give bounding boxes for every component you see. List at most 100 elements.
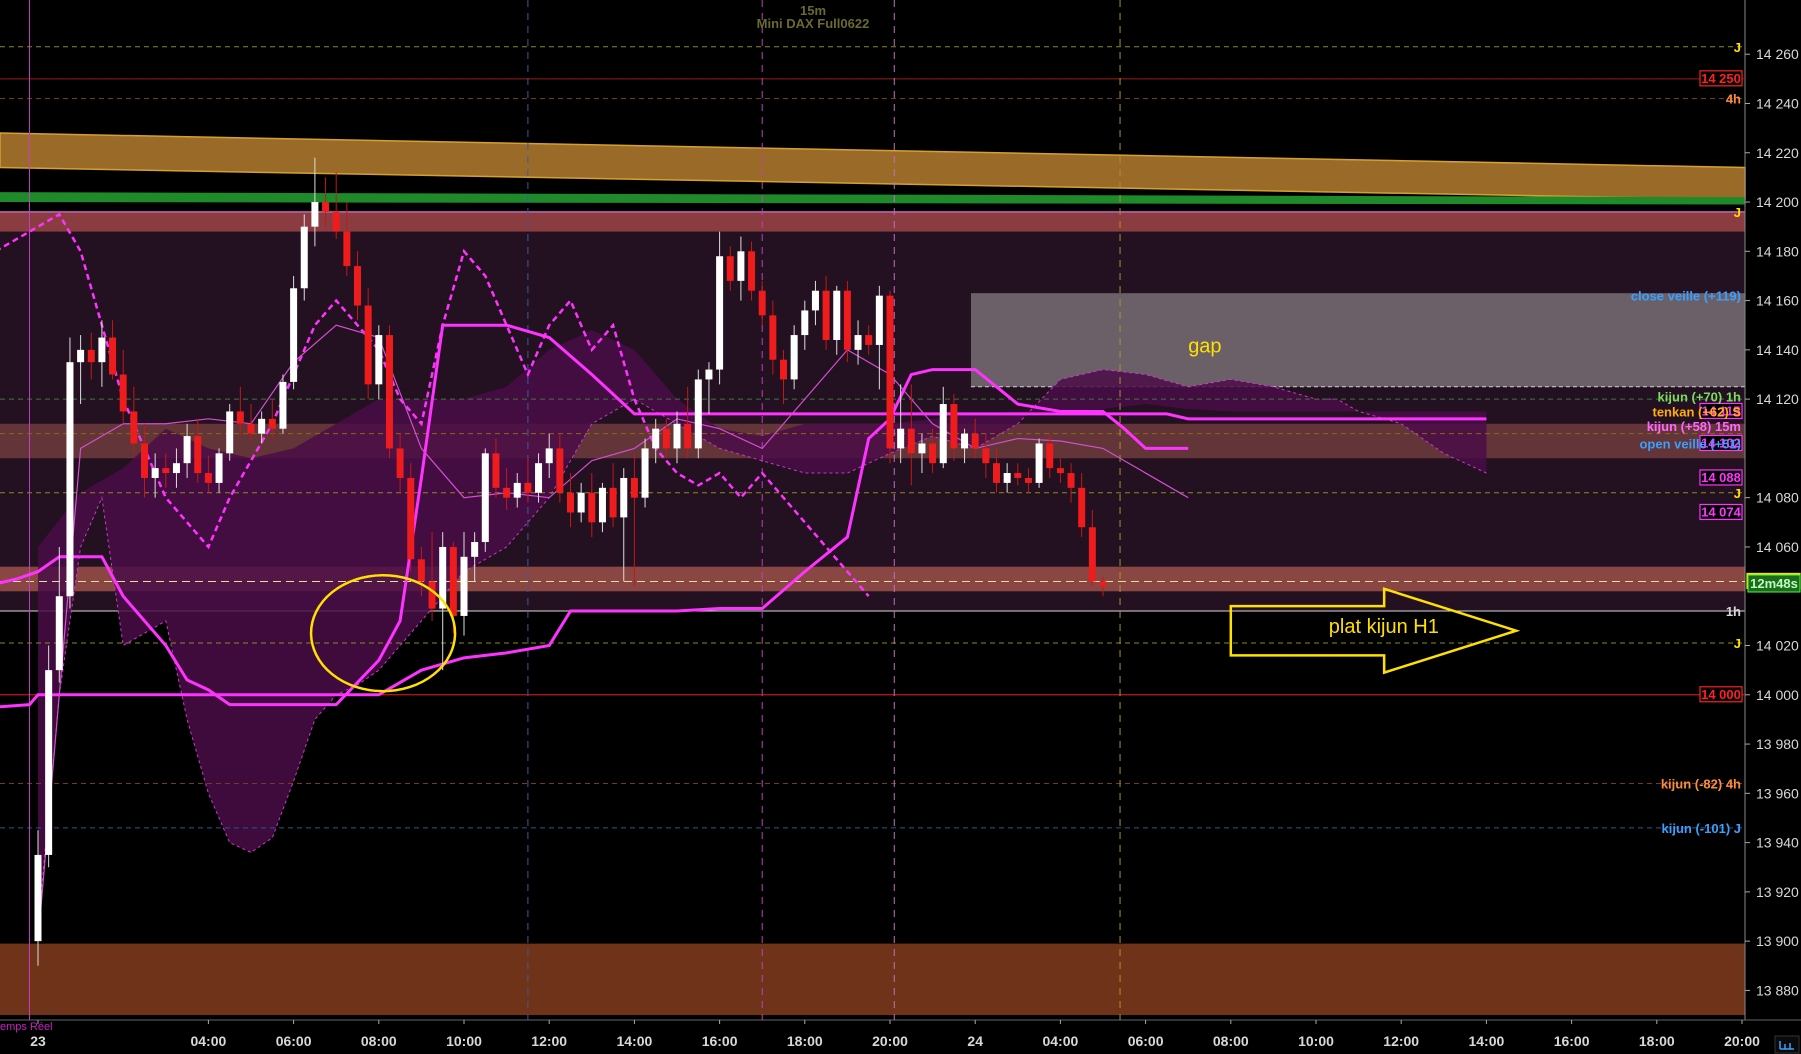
price-chart[interactable]: 14 260 14 240 14 220 14 200 14 180 14 160 14 1…: [0, 0, 1801, 1054]
candle-body: [471, 542, 479, 557]
candle-body: [1024, 477, 1032, 483]
level-label: J: [1734, 205, 1741, 220]
candle-body: [503, 487, 511, 498]
time-tick-label: 12:00: [531, 1033, 567, 1049]
candle-body: [300, 226, 308, 289]
price-tick-label: 13 980: [1756, 736, 1799, 752]
level-label: kijun (-101) J: [1662, 821, 1741, 836]
price-tick-label: 14 260: [1756, 46, 1799, 62]
candle-body: [833, 290, 841, 340]
candle-body: [151, 468, 159, 478]
candle-body: [748, 251, 756, 291]
candle-body: [939, 404, 947, 464]
candle-body: [236, 411, 244, 424]
candle-body: [598, 487, 606, 523]
time-tick-label: 04:00: [190, 1033, 226, 1049]
time-tick-label: 14:00: [1468, 1033, 1504, 1049]
time-tick-label: 04:00: [1042, 1033, 1078, 1049]
candle-body: [343, 231, 351, 267]
candle-body: [769, 315, 777, 360]
level-badge-label: 14 000: [1701, 687, 1741, 702]
candle-body: [162, 468, 170, 474]
candle-body: [1088, 527, 1096, 582]
price-tick-label: 13 960: [1756, 785, 1799, 801]
level-badge: 14 000: [1699, 686, 1743, 703]
candle-body: [194, 436, 202, 474]
candle-body: [258, 418, 266, 434]
resize-corner-icon[interactable]: [1774, 1035, 1800, 1054]
level-label: kijun (+58) 15m: [1647, 419, 1741, 434]
candle: [407, 463, 415, 572]
price-tick-label: 14 220: [1756, 145, 1799, 161]
candle-body: [98, 337, 106, 363]
price-tick-label: 14 000: [1756, 687, 1799, 703]
candle-body: [183, 436, 191, 464]
price-tick-label: 13 940: [1756, 835, 1799, 851]
candle: [641, 438, 649, 508]
time-tick-label: 20:00: [1724, 1033, 1760, 1049]
candle-body: [247, 423, 255, 434]
time-tick-label: 24: [967, 1033, 983, 1049]
time-tick-label: 10:00: [1298, 1033, 1334, 1049]
time-tick-label: 06:00: [1128, 1033, 1164, 1049]
candle-body: [481, 453, 489, 543]
candle-body: [1003, 473, 1011, 483]
candle-body: [322, 202, 330, 212]
candle-body: [1014, 473, 1022, 478]
level-label: open veille (+51): [1639, 436, 1741, 451]
level-badge-label: 14 074: [1701, 504, 1742, 519]
level-badge: 14 088: [1699, 469, 1743, 486]
time-tick-label: 18:00: [1639, 1033, 1675, 1049]
price-tick-label: 14 240: [1756, 95, 1799, 111]
candle-body: [428, 581, 436, 609]
price-tick-label: 14 060: [1756, 539, 1799, 555]
candle-body: [758, 290, 766, 316]
candle: [1035, 438, 1043, 488]
candle-body: [172, 463, 180, 474]
candle-body: [226, 411, 234, 454]
candle-body: [790, 335, 798, 380]
candle-body: [130, 411, 138, 444]
candle-body: [929, 443, 937, 464]
candle-body: [630, 477, 638, 498]
level-label: kijun (-82) 4h: [1661, 776, 1741, 791]
price-tick-label: 14 160: [1756, 293, 1799, 309]
plat-kijun-annotation: plat kijun H1: [1329, 616, 1439, 638]
candle-body: [737, 251, 745, 281]
candle: [385, 325, 393, 459]
candle-body: [907, 428, 915, 454]
candle-body: [694, 379, 702, 449]
candle-body: [279, 381, 287, 429]
time-tick-label: 10:00: [446, 1033, 482, 1049]
level-badge-label: 14 088: [1701, 470, 1741, 485]
time-tick-label: 06:00: [276, 1033, 312, 1049]
candle: [279, 374, 287, 434]
candle-body: [854, 335, 862, 350]
candle-body: [545, 448, 553, 464]
candle-body: [609, 487, 617, 518]
candle-body: [290, 288, 298, 382]
candle-body: [993, 463, 1000, 483]
candle-body: [449, 546, 457, 616]
price-tick-label: 14 200: [1756, 194, 1799, 210]
candle: [45, 645, 53, 868]
svg-text:12m48s: 12m48s: [1750, 576, 1798, 591]
candle-body: [684, 423, 692, 449]
candle: [694, 369, 702, 459]
candle-body: [716, 256, 724, 370]
candle-body: [396, 448, 404, 478]
candle-body: [34, 854, 42, 942]
candle-body: [204, 473, 212, 483]
gap-box: [970, 293, 1745, 387]
level-badge: 14 074: [1699, 503, 1743, 521]
candle-body: [971, 433, 979, 449]
price-tick-label: 14 140: [1756, 342, 1799, 358]
candle-body: [961, 433, 969, 449]
level-badge-label: 14 250: [1701, 71, 1741, 86]
realtime-status: emps Réel: [0, 1021, 53, 1033]
candle-body: [982, 448, 990, 464]
level-label: 4h: [1726, 92, 1741, 107]
candle-body: [1035, 443, 1043, 483]
candle: [886, 290, 894, 464]
candle-body: [1056, 468, 1064, 474]
